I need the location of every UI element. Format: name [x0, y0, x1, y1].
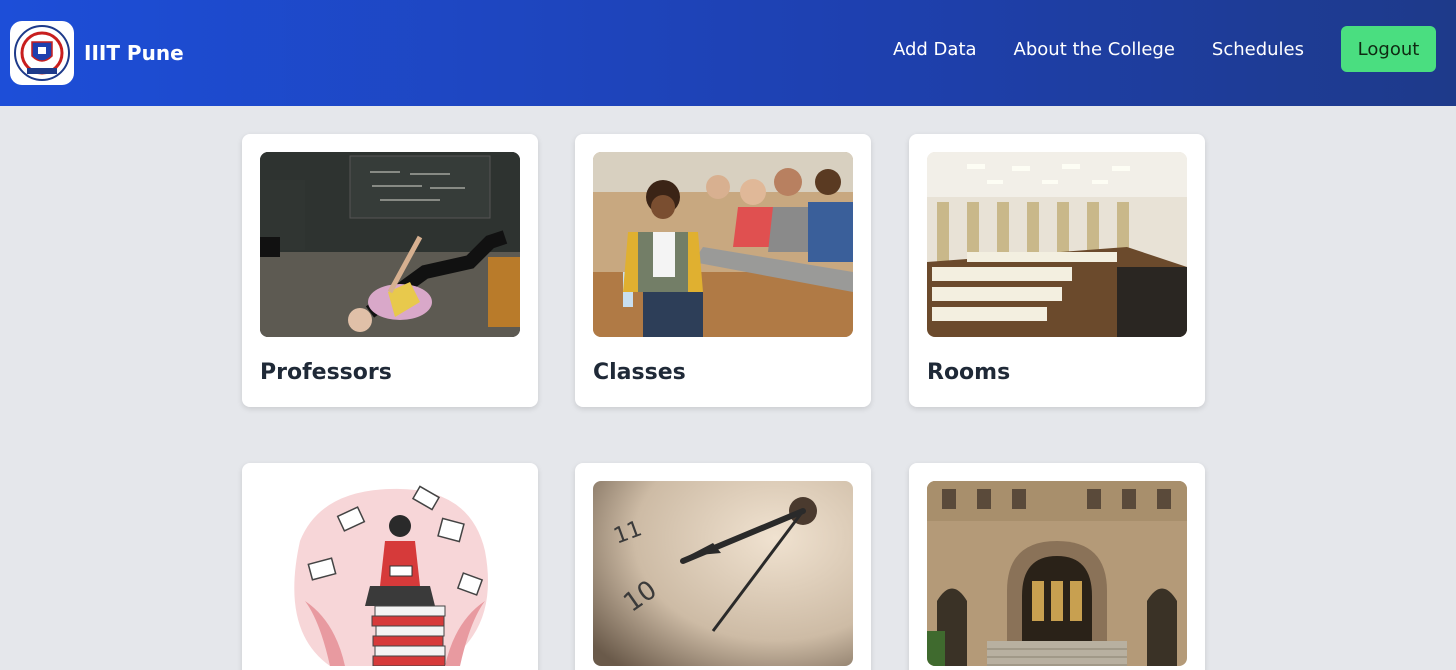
- clock-face-closeup-image: 11 10: [593, 481, 853, 666]
- nav-link-schedules[interactable]: Schedules: [1212, 39, 1304, 60]
- card-schedules[interactable]: 11 10: [575, 463, 871, 670]
- card-subjects[interactable]: [242, 463, 538, 670]
- auditorium-room-image: [927, 152, 1187, 337]
- logout-button[interactable]: Logout: [1341, 26, 1436, 72]
- professor-at-chalkboard-image: [260, 152, 520, 337]
- top-navbar: IIIT Pune Add Data About the College Sch…: [0, 0, 1456, 106]
- nav-links: Add Data About the College Schedules Log…: [893, 26, 1436, 72]
- card-title: Rooms: [927, 360, 1011, 385]
- girl-reading-on-books-illustration: [260, 481, 520, 666]
- card-rooms[interactable]: Rooms: [909, 134, 1205, 407]
- card-classes[interactable]: Classes: [575, 134, 871, 407]
- nav-link-add-data[interactable]: Add Data: [893, 39, 977, 60]
- card-professors[interactable]: Professors: [242, 134, 538, 407]
- card-about-college[interactable]: [909, 463, 1205, 670]
- card-title: Classes: [593, 360, 686, 385]
- college-logo: [10, 21, 74, 85]
- college-building-entrance-image: [927, 481, 1187, 666]
- card-title: Professors: [260, 360, 392, 385]
- students-in-lecture-hall-image: [593, 152, 853, 337]
- brand[interactable]: IIIT Pune: [10, 21, 184, 85]
- brand-name: IIIT Pune: [84, 41, 184, 65]
- nav-link-about-college[interactable]: About the College: [1014, 39, 1175, 60]
